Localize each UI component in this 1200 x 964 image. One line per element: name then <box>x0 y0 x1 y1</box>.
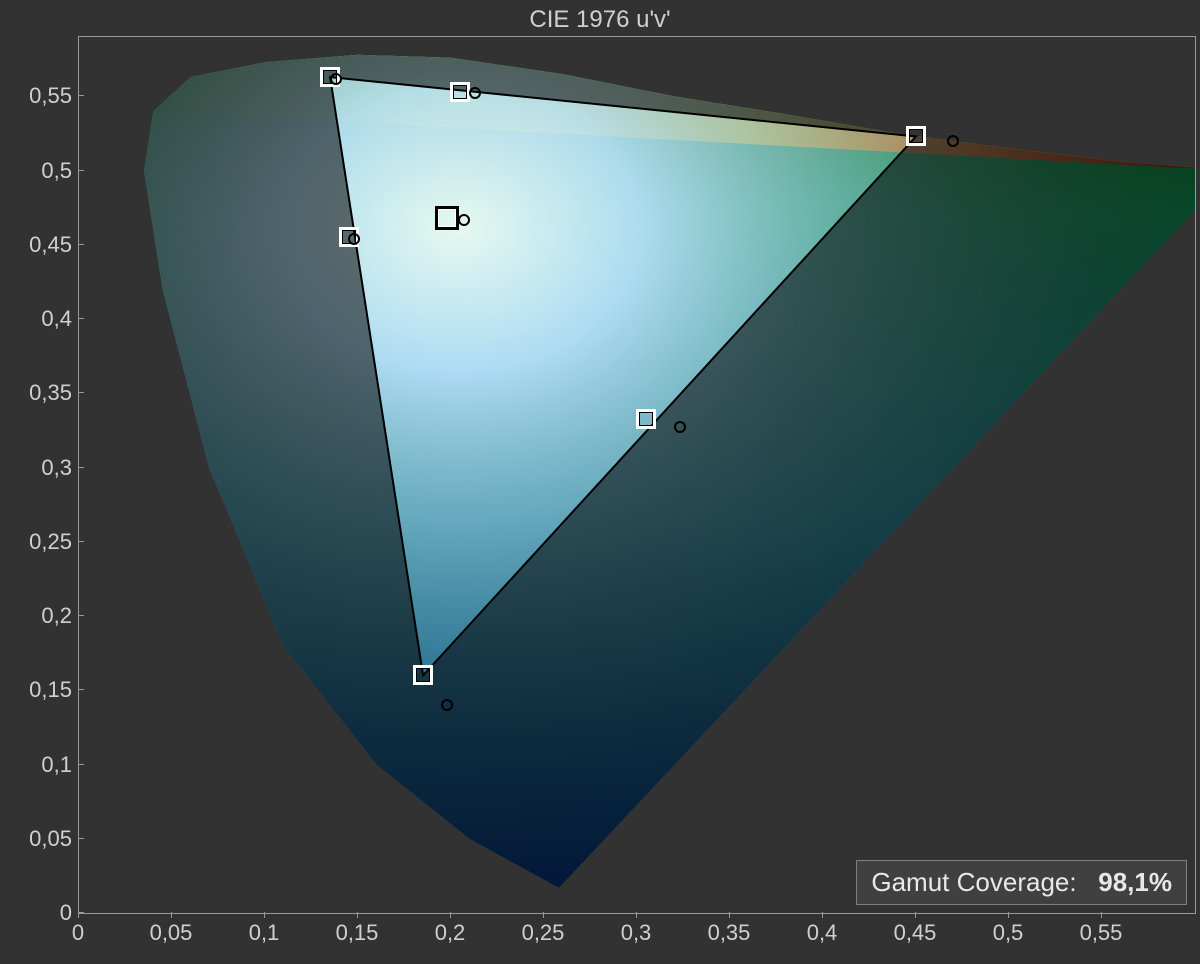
measured-circle-yellow <box>469 87 481 99</box>
y-tick-mark <box>78 170 84 171</box>
measured-circle-blue <box>441 699 453 711</box>
y-tick-label: 0,15 <box>2 677 72 703</box>
x-tick-label: 0,35 <box>708 920 751 946</box>
gamut-coverage-label: Gamut Coverage: <box>871 867 1076 897</box>
x-tick-mark <box>915 912 916 918</box>
x-tick-mark <box>78 912 79 918</box>
x-tick-label: 0,45 <box>894 920 937 946</box>
x-tick-mark <box>636 912 637 918</box>
target-square-blue <box>413 665 433 685</box>
y-tick-mark <box>78 838 84 839</box>
plot-area: Gamut Coverage: 98,1% <box>78 36 1196 914</box>
y-tick-mark <box>78 392 84 393</box>
x-tick-mark <box>264 912 265 918</box>
target-square-red <box>906 126 926 146</box>
x-tick-label: 0,4 <box>807 920 838 946</box>
target-square-white <box>435 206 459 230</box>
y-tick-mark <box>78 318 84 319</box>
locus-svg <box>79 37 1195 913</box>
y-tick-label: 0,25 <box>2 529 72 555</box>
x-tick-mark <box>357 912 358 918</box>
y-tick-mark <box>78 467 84 468</box>
gamut-coverage-value: 98,1% <box>1098 867 1172 897</box>
x-tick-label: 0,3 <box>621 920 652 946</box>
measured-circle-green <box>330 73 342 85</box>
y-tick-label: 0,35 <box>2 380 72 406</box>
x-tick-label: 0,55 <box>1080 920 1123 946</box>
x-tick-mark <box>543 912 544 918</box>
y-tick-mark <box>78 764 84 765</box>
y-tick-mark <box>78 541 84 542</box>
x-tick-label: 0,05 <box>150 920 193 946</box>
x-tick-label: 0 <box>72 920 84 946</box>
x-tick-mark <box>450 912 451 918</box>
x-tick-mark <box>1008 912 1009 918</box>
gamut-coverage-badge: Gamut Coverage: 98,1% <box>856 860 1187 905</box>
x-tick-mark <box>822 912 823 918</box>
x-tick-label: 0,5 <box>993 920 1024 946</box>
target-square-yellow <box>450 82 470 102</box>
y-tick-label: 0,4 <box>2 306 72 332</box>
y-tick-mark <box>78 244 84 245</box>
y-tick-label: 0,05 <box>2 826 72 852</box>
y-tick-label: 0,2 <box>2 603 72 629</box>
x-tick-label: 0,1 <box>249 920 280 946</box>
x-tick-label: 0,2 <box>435 920 466 946</box>
measured-circle-cyan <box>348 233 360 245</box>
measured-circle-red <box>947 135 959 147</box>
y-tick-mark <box>78 95 84 96</box>
y-tick-label: 0,55 <box>2 83 72 109</box>
y-tick-label: 0,3 <box>2 455 72 481</box>
x-tick-mark <box>171 912 172 918</box>
measured-circle-white <box>458 214 470 226</box>
chart-title: CIE 1976 u'v' <box>0 6 1200 34</box>
y-tick-mark <box>78 689 84 690</box>
measured-circle-magenta <box>674 421 686 433</box>
target-square-magenta <box>636 409 656 429</box>
y-tick-label: 0 <box>2 900 72 926</box>
y-tick-label: 0,1 <box>2 752 72 778</box>
x-tick-label: 0,15 <box>336 920 379 946</box>
y-tick-label: 0,5 <box>2 158 72 184</box>
y-tick-label: 0,45 <box>2 232 72 258</box>
x-tick-label: 0,25 <box>522 920 565 946</box>
x-tick-mark <box>729 912 730 918</box>
y-tick-mark <box>78 615 84 616</box>
x-tick-mark <box>1101 912 1102 918</box>
